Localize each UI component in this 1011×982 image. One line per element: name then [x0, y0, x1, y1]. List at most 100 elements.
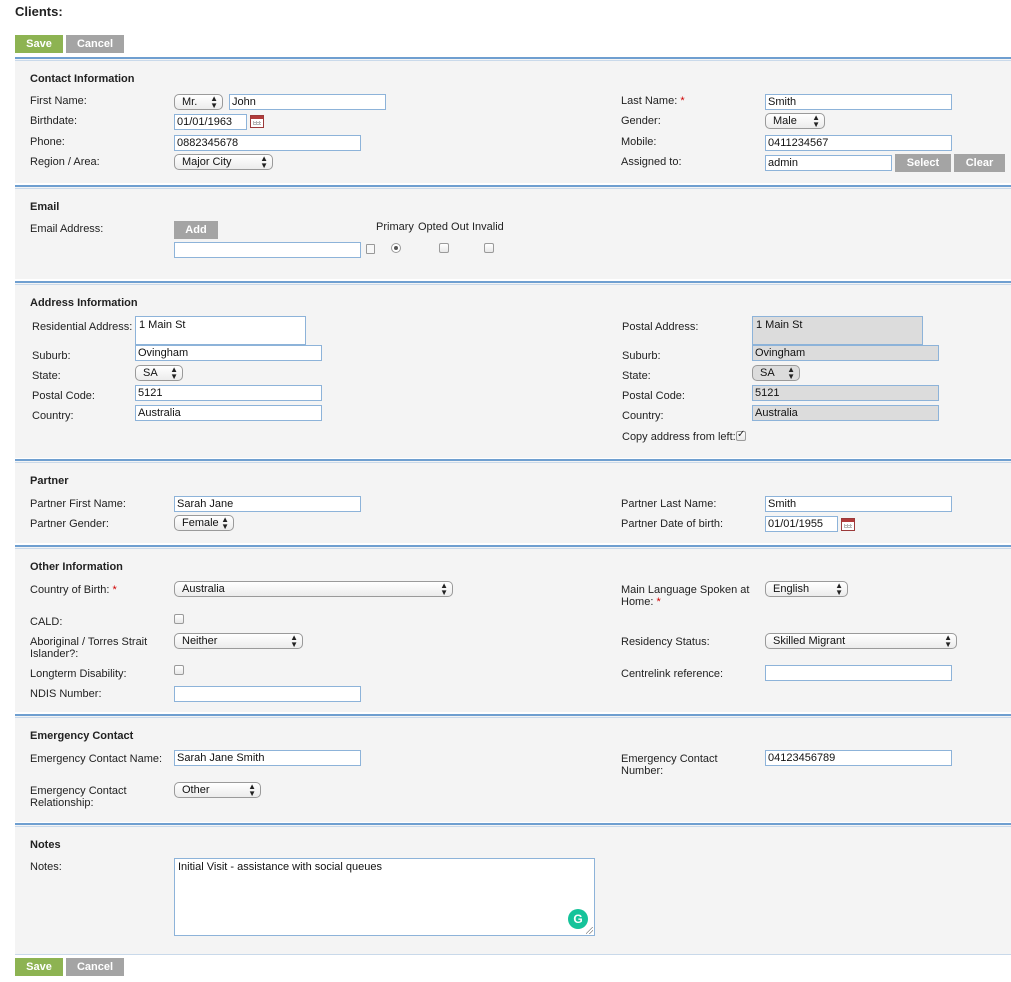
trash-icon[interactable]: [366, 244, 375, 254]
partner-first-name-label: Partner First Name:: [30, 498, 126, 510]
country-of-birth-label: Country of Birth: *: [30, 584, 117, 596]
disability-checkbox[interactable]: [174, 665, 184, 675]
partner-dob-input[interactable]: [765, 516, 838, 532]
select-button[interactable]: Select: [895, 154, 951, 172]
country-of-birth-select[interactable]: Australia ▲ ▼: [174, 581, 453, 597]
centrelink-input[interactable]: [765, 665, 952, 681]
grammarly-icon[interactable]: G: [568, 909, 588, 929]
emergency-relationship-value: Other: [182, 784, 210, 796]
emergency-number-label-line2: Number:: [621, 765, 664, 777]
other-section: Other Information Country of Birth: * Au…: [15, 545, 1011, 712]
last-name-label: Last Name: *: [621, 95, 685, 107]
post-state-value: SA: [760, 367, 775, 379]
calendar-icon[interactable]: [841, 518, 855, 531]
birthdate-input[interactable]: [174, 114, 247, 130]
postal-address-textarea[interactable]: 1 Main St: [752, 316, 923, 345]
emergency-number-label-line1: Emergency Contact: [621, 753, 718, 765]
emergency-relationship-label-line1: Emergency Contact: [30, 785, 127, 797]
partner-dob-label: Partner Date of birth:: [621, 518, 724, 530]
copy-address-checkbox[interactable]: [736, 429, 746, 441]
residential-address-textarea[interactable]: 1 Main St: [135, 316, 306, 345]
invalid-checkbox[interactable]: [484, 243, 494, 253]
required-marker: *: [112, 584, 117, 596]
primary-column-label: Primary: [376, 221, 414, 233]
main-language-select[interactable]: English ▲ ▼: [765, 581, 848, 597]
atsi-value: Neither: [182, 635, 218, 647]
email-address-input[interactable]: [174, 242, 361, 258]
cald-checkbox[interactable]: [174, 614, 184, 624]
post-postcode-input[interactable]: [752, 385, 939, 401]
post-state-select[interactable]: SA ▲ ▼: [752, 365, 800, 381]
save-button-top[interactable]: Save: [15, 35, 63, 53]
section-title: Partner: [30, 475, 69, 487]
ndis-input[interactable]: [174, 686, 361, 702]
partner-last-name-input[interactable]: [765, 496, 952, 512]
cancel-button-bottom[interactable]: Cancel: [66, 958, 124, 976]
birthdate-label: Birthdate:: [30, 115, 78, 127]
main-language-value: English: [773, 583, 810, 595]
res-postcode-input[interactable]: [135, 385, 322, 401]
post-country-input[interactable]: [752, 405, 939, 421]
disability-label: Longterm Disability:: [30, 668, 127, 680]
atsi-select[interactable]: Neither ▲ ▼: [174, 633, 303, 649]
opted-out-checkbox[interactable]: [439, 243, 449, 253]
main-language-label-line1: Main Language Spoken at: [621, 584, 750, 596]
cancel-button-top[interactable]: Cancel: [66, 35, 124, 53]
res-country-input[interactable]: [135, 405, 322, 421]
updown-arrow-icon: ▲ ▼: [290, 633, 298, 649]
post-suburb-input[interactable]: [752, 345, 939, 361]
add-email-button[interactable]: Add: [174, 221, 218, 239]
required-marker: *: [680, 95, 685, 107]
bottom-divider: [15, 954, 1011, 955]
partner-last-name-label: Partner Last Name:: [621, 498, 717, 510]
resize-grip-icon[interactable]: [586, 927, 593, 934]
partner-gender-select[interactable]: Female ▲ ▼: [174, 515, 234, 531]
region-label: Region / Area:: [30, 156, 100, 168]
page-title: Clients:: [15, 4, 63, 19]
updown-arrow-icon: ▲ ▼: [835, 581, 843, 597]
opted-out-column-label: Opted Out: [418, 221, 469, 233]
notes-label: Notes:: [30, 861, 62, 873]
updown-arrow-icon: ▲ ▼: [221, 515, 229, 531]
phone-label: Phone:: [30, 136, 65, 148]
emergency-name-input[interactable]: [174, 750, 361, 766]
partner-gender-value: Female: [182, 517, 219, 529]
res-suburb-input[interactable]: [135, 345, 322, 361]
emergency-section: Emergency Contact Emergency Contact Name…: [15, 714, 1011, 822]
residential-address-label: Residential Address:: [32, 321, 133, 333]
section-title: Email: [30, 201, 60, 213]
residency-select[interactable]: Skilled Migrant ▲ ▼: [765, 633, 957, 649]
emergency-name-label: Emergency Contact Name:: [30, 753, 163, 765]
mobile-input[interactable]: [765, 135, 952, 151]
last-name-label-text: Last Name:: [621, 95, 678, 107]
emergency-relationship-select[interactable]: Other ▲ ▼: [174, 782, 261, 798]
phone-input[interactable]: [174, 135, 361, 151]
first-name-input[interactable]: [229, 94, 386, 110]
emergency-number-input[interactable]: [765, 750, 952, 766]
post-country-label: Country:: [622, 410, 664, 422]
region-select[interactable]: Major City ▲ ▼: [174, 154, 273, 170]
contact-section: Contact Information First Name: Mr. ▲▼ L…: [15, 57, 1011, 183]
main-language-label: Main Language Spoken at Home: *: [621, 584, 749, 608]
residency-value: Skilled Migrant: [773, 635, 846, 647]
assigned-input[interactable]: [765, 155, 892, 171]
salutation-select[interactable]: Mr. ▲ ▼: [174, 94, 223, 110]
invalid-column-label: Invalid: [472, 221, 504, 233]
section-title: Contact Information: [30, 73, 135, 85]
updown-arrow-icon: ▲ ▼: [260, 154, 268, 170]
atsi-label-line1: Aboriginal / Torres Strait: [30, 636, 148, 648]
copy-address-label: Copy address from left:: [622, 431, 736, 443]
primary-radio[interactable]: [391, 243, 401, 253]
partner-first-name-input[interactable]: [174, 496, 361, 512]
emergency-relationship-label-line2: Relationship:: [30, 797, 94, 809]
notes-textarea[interactable]: Initial Visit - assistance with social q…: [174, 858, 595, 936]
save-button-bottom[interactable]: Save: [15, 958, 63, 976]
section-title: Notes: [30, 839, 61, 851]
clear-button[interactable]: Clear: [954, 154, 1005, 172]
assigned-label: Assigned to:: [621, 156, 682, 168]
res-state-select[interactable]: SA ▲ ▼: [135, 365, 183, 381]
gender-select[interactable]: Male ▲ ▼: [765, 113, 825, 129]
last-name-input[interactable]: [765, 94, 952, 110]
email-section: Email Email Address: Add Primary Opted O…: [15, 185, 1011, 279]
calendar-icon[interactable]: [250, 115, 264, 128]
